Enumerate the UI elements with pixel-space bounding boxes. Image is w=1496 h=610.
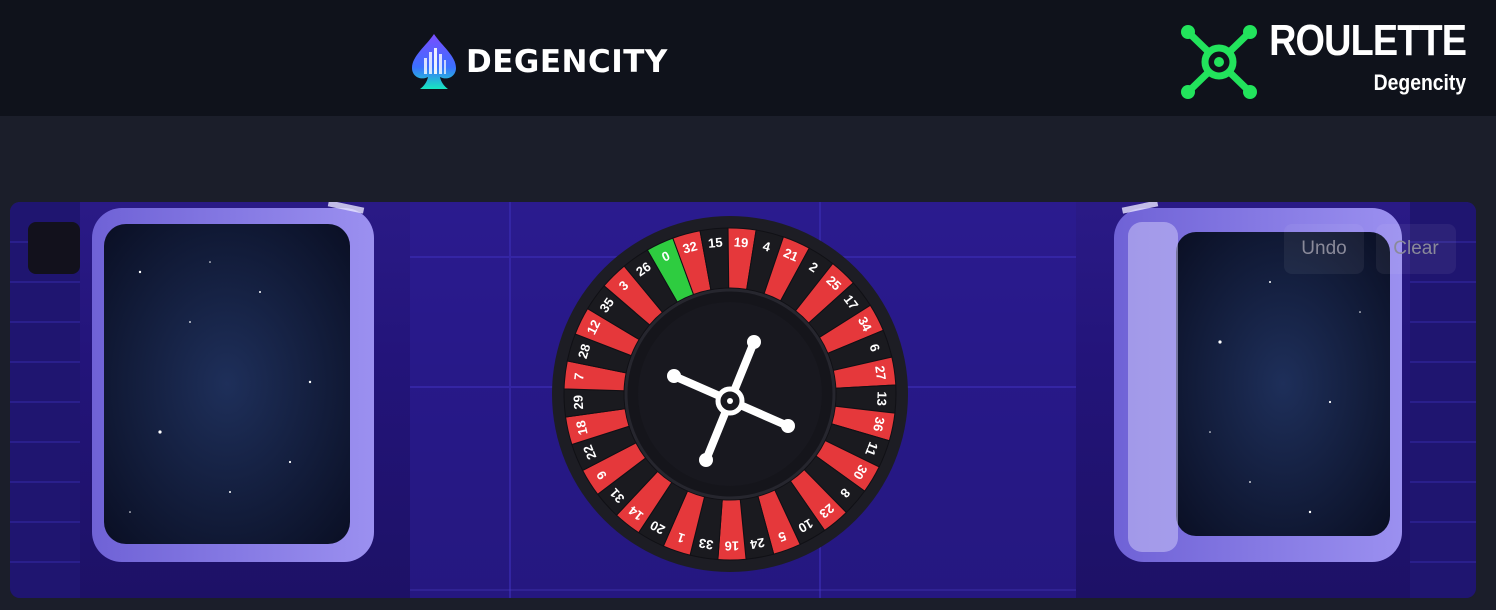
wheel-number-15: 15	[707, 235, 723, 251]
undo-button[interactable]: Undo	[1284, 224, 1364, 274]
wheel-number-29: 29	[570, 395, 586, 410]
brand-name: DEGENCITY	[466, 44, 668, 80]
wheel-number-27: 27	[872, 365, 889, 381]
game-branding: ROULETTE Degencity	[1178, 16, 1478, 106]
menu-button[interactable]	[28, 222, 80, 274]
top-header: DEGENCITY ROULETTE Degencity	[0, 0, 1496, 116]
wheel-number-13: 13	[874, 391, 889, 406]
wheel-number-36: 36	[870, 416, 888, 433]
wheel-number-33: 33	[698, 536, 715, 553]
degencity-logo[interactable]: DEGENCITY	[408, 32, 668, 92]
wheel-number-16: 16	[724, 538, 739, 553]
spinner-hub-dot	[727, 398, 733, 404]
clear-button[interactable]: Clear	[1376, 224, 1456, 274]
roulette-wheel: 0 32 15 19 4 21225173462713361130823105241633…	[552, 216, 908, 572]
spade-city-icon	[412, 34, 456, 89]
game-stage: Undo Clear 0 32 15 19 4 21 2 25 17 34 6 27 13 36 11 30 8…	[10, 202, 1476, 598]
game-subtitle: Degencity	[1373, 70, 1466, 95]
game-title: ROULETTE	[1268, 16, 1467, 65]
roulette-cross-icon	[1181, 25, 1257, 99]
wheel-number-19: 19	[733, 234, 749, 250]
